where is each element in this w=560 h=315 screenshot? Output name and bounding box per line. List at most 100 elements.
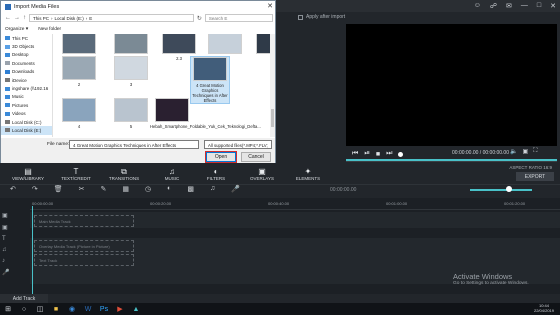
apply-after-import-checkbox[interactable]: Apply after import <box>298 14 345 20</box>
media-app-icon[interactable]: ▶ <box>112 303 128 315</box>
dialog-close-icon[interactable]: ✕ <box>267 2 273 10</box>
browser-icon[interactable]: ◉ <box>64 303 80 315</box>
nav-item-label: This PC <box>12 35 29 41</box>
tab-overlays[interactable]: ▣ OVERLAYS <box>242 163 282 183</box>
word-icon[interactable]: W <box>80 303 96 315</box>
next-frame-icon[interactable]: ⏭ <box>386 150 392 158</box>
text-track[interactable]: Text Track <box>34 254 134 266</box>
cart-icon[interactable]: ☍ <box>490 2 497 10</box>
address-bar[interactable]: This PC › Local Disk (E:) › E <box>29 14 194 22</box>
tab-elements[interactable]: ✦ ELEMENTS <box>288 163 328 183</box>
crop-icon[interactable]: ▦ <box>122 185 129 193</box>
play-icon[interactable]: ⏯ <box>364 150 370 158</box>
nav-item[interactable]: Downloads <box>1 68 52 76</box>
nav-item[interactable]: Videos <box>1 110 52 118</box>
edit-tools: ↶ ↷ 🗑 ✂ ✎ ▦ ◷ ◐ ▩ ♫ 🎤 <box>10 185 240 193</box>
nav-item[interactable]: Music <box>1 93 52 101</box>
mail-icon[interactable]: ✉ <box>506 2 512 10</box>
add-track-button[interactable]: Add Track <box>0 294 48 303</box>
close-icon[interactable]: ✕ <box>550 2 556 10</box>
overlay-media-track[interactable]: Overlay Media Track (Picture in Picture) <box>34 240 134 252</box>
file-item[interactable]: 4 <box>60 98 98 129</box>
file-name-input[interactable]: 4 Great Motion Graphics Techniques in Af… <box>69 140 199 149</box>
redo-icon[interactable]: ↷ <box>32 185 38 193</box>
breadcrumb-item[interactable]: Local Disk (E:) <box>55 16 84 21</box>
tab-view-library[interactable]: ▤ VIEW/LIBRARY <box>8 163 48 183</box>
delete-icon[interactable]: 🗑 <box>54 185 63 193</box>
nav-item[interactable]: Documents <box>1 59 52 67</box>
nav-item[interactable]: Local Disk (E:) <box>1 126 52 135</box>
forward-icon[interactable]: → <box>14 15 20 21</box>
color-icon[interactable]: ◐ <box>167 185 171 193</box>
cancel-button[interactable]: Cancel <box>241 152 271 162</box>
snapshot-icon[interactable]: ▣ <box>522 148 528 155</box>
music-track-icon[interactable]: ♪ <box>2 258 9 264</box>
undo-icon[interactable]: ↶ <box>10 185 16 193</box>
editor-app-icon[interactable]: ▲ <box>128 303 144 315</box>
up-icon[interactable]: ↑ <box>23 15 26 21</box>
tab-label: ELEMENTS <box>295 176 321 181</box>
open-button[interactable]: Open <box>206 152 236 162</box>
file-item[interactable]: 2 <box>60 56 98 87</box>
new-folder-button[interactable]: New folder <box>38 27 61 32</box>
preview-progress-track[interactable] <box>346 161 557 162</box>
overlay-track-icon[interactable]: ▣ <box>2 224 9 231</box>
profile-icon[interactable]: ☺ <box>474 2 481 10</box>
nav-item[interactable]: This PC <box>1 34 52 42</box>
progress-handle[interactable] <box>398 151 404 157</box>
tab-music[interactable]: ♫ MUSIC <box>152 163 192 183</box>
voice-track-icon[interactable]: 🎤 <box>2 269 9 276</box>
search-icon[interactable]: ○ <box>16 303 32 315</box>
voiceover-icon[interactable]: 🎤 <box>231 185 240 193</box>
zoom-slider[interactable] <box>470 189 532 191</box>
audio-track-icon[interactable]: ♫ <box>2 247 9 253</box>
stop-icon[interactable]: ■ <box>376 151 380 158</box>
start-icon[interactable]: ⊞ <box>0 303 16 315</box>
file-item[interactable]: 5 <box>112 98 150 129</box>
nav-item[interactable]: 3D Objects <box>1 42 52 50</box>
minimize-icon[interactable]: — <box>521 2 528 10</box>
green-screen-icon[interactable]: ▩ <box>187 185 194 193</box>
timeline-ruler[interactable]: 00:00:00.00 00:00:20.00 00:00:40.00 00:0… <box>30 198 560 210</box>
speed-icon[interactable]: ◷ <box>145 185 151 193</box>
video-track-icon[interactable]: ▣ <box>2 212 9 219</box>
maximize-icon[interactable]: □ <box>537 2 541 10</box>
ruler-tick-label: 00:00:40.00 <box>268 201 290 206</box>
nav-item[interactable]: Desktop <box>1 51 52 59</box>
photoshop-icon[interactable]: Ps <box>96 303 112 315</box>
folder-icon[interactable]: ■ <box>48 303 64 315</box>
tab-transitions[interactable]: ⧉ TRANSITIONS <box>104 163 144 183</box>
refresh-icon[interactable]: ↻ <box>197 15 202 22</box>
back-icon[interactable]: ← <box>5 15 11 21</box>
playhead[interactable] <box>32 206 33 294</box>
clock-date: 22/04/2019 <box>533 308 554 313</box>
organize-button[interactable]: Organize ▾ <box>5 27 28 32</box>
file-item[interactable]: Hebah_Smartphone_Foldable_Yuk_Cek_Teknol… <box>150 98 261 129</box>
breadcrumb-item[interactable]: This PC <box>33 16 49 21</box>
nav-item[interactable]: Pictures <box>1 101 52 109</box>
export-button[interactable]: EXPORT <box>516 172 554 181</box>
file-type-filter[interactable]: All supported files(*.MP4;*.FLV; <box>204 140 272 149</box>
cut-icon[interactable]: ✂ <box>79 185 85 193</box>
file-item[interactable]: 4 Great Motion Graphics Techniques in Af… <box>190 56 230 104</box>
file-item[interactable]: 3 <box>112 56 150 87</box>
nav-item[interactable]: iDevice <box>1 76 52 84</box>
audio-mixer-icon[interactable]: ♫ <box>210 185 215 193</box>
previous-frame-icon[interactable]: ⏮ <box>352 150 358 158</box>
file-item[interactable]: 2.1 <box>254 34 270 61</box>
file-thumbnail <box>162 34 196 54</box>
search-input[interactable]: Search E <box>204 14 273 22</box>
volume-icon[interactable]: 🔈 <box>510 148 517 155</box>
nav-item[interactable]: ingshare (\\192.16 <box>1 84 52 92</box>
scrollbar-thumb[interactable] <box>271 109 274 127</box>
nav-item[interactable]: Local Disk (C:) <box>1 118 52 126</box>
main-media-track[interactable]: Main Media Track <box>34 215 134 227</box>
tab-filters[interactable]: ◐ FILTERS <box>196 163 236 183</box>
task-view-icon[interactable]: ◫ <box>32 303 48 315</box>
breadcrumb-item[interactable]: E <box>89 16 92 21</box>
text-track-icon[interactable]: T <box>2 236 9 242</box>
fullscreen-icon[interactable]: ⛶ <box>533 148 537 155</box>
tab-text-credit[interactable]: T TEXT/CREDIT <box>56 163 96 183</box>
edit-icon[interactable]: ✎ <box>101 185 107 193</box>
zoom-slider-handle[interactable] <box>506 186 512 192</box>
